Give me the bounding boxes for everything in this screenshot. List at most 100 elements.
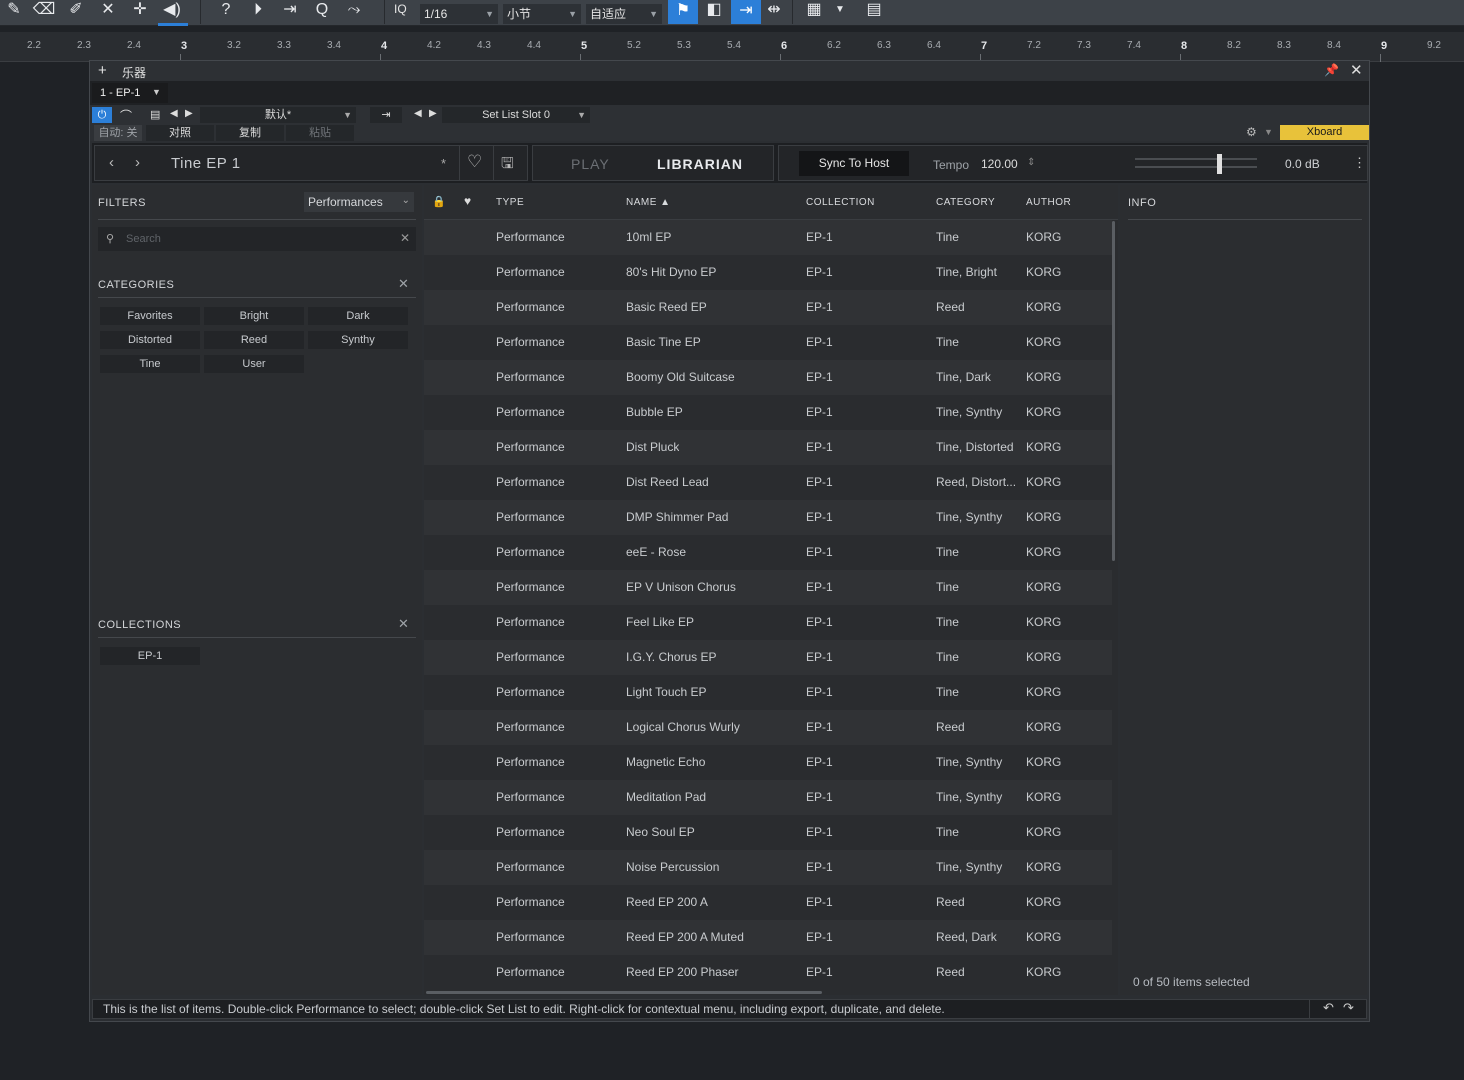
instrument-select[interactable]: 1 - EP-1 ▼ — [92, 83, 168, 103]
heart-icon[interactable]: ♡ — [467, 152, 482, 172]
volume-slider-handle[interactable] — [1217, 154, 1223, 174]
filter-type-select[interactable]: Performances ⌄ — [304, 192, 414, 212]
prev-slot-icon[interactable]: ◀ — [414, 108, 422, 119]
preset-list-icon[interactable]: ▤ — [150, 108, 160, 121]
horizontal-scrollbar[interactable] — [426, 991, 822, 994]
cursor-icon[interactable]: ⇹ — [762, 0, 786, 22]
table-row[interactable]: Performance EP V Unison Chorus EP-1 Tine KOR… — [424, 570, 1112, 605]
preset-select[interactable]: 默认* ▼ — [200, 107, 356, 123]
copy-button[interactable]: 复制 — [216, 125, 284, 141]
table-row[interactable]: Performance Boomy Old Suitcase EP-1 Tine, D… — [424, 360, 1112, 395]
table-row[interactable]: Performance Bubble EP EP-1 Tine, Synthy KORG — [424, 395, 1112, 430]
preset-title[interactable]: Tine EP 1 — [171, 155, 241, 172]
paste-button[interactable]: 粘贴 — [286, 125, 354, 141]
table-row[interactable]: Performance eeE - Rose EP-1 Tine KORG — [424, 535, 1112, 570]
tempo-stepper-icon[interactable]: ⇕ — [1027, 157, 1035, 168]
clear-categories-icon[interactable]: ✕ — [398, 276, 409, 292]
sync-to-host-button[interactable]: Sync To Host — [799, 151, 909, 176]
zoom-icon[interactable]: Q — [310, 0, 334, 22]
xboard-button[interactable]: Xboard — [1280, 125, 1369, 140]
prev-arrow-icon[interactable]: ‹ — [109, 154, 114, 171]
timebase-select[interactable]: 小节 ▼ — [503, 4, 581, 24]
column-type[interactable]: TYPE — [496, 197, 524, 208]
undo-icon[interactable]: ↶ — [1323, 1000, 1334, 1016]
table-row[interactable]: Performance Basic Tine EP EP-1 Tine KORG — [424, 325, 1112, 360]
add-icon[interactable]: + — [98, 62, 107, 79]
film-icon[interactable]: ▤ — [862, 0, 886, 22]
column-category[interactable]: CATEGORY — [936, 197, 995, 208]
automation-icon[interactable]: ⌒ — [120, 107, 132, 124]
quantize-select[interactable]: 1/16 ▼ — [420, 4, 498, 24]
snap-toggle-button[interactable]: ⚑ — [668, 0, 698, 24]
search-input[interactable]: ⚲ Search ✕ — [98, 227, 416, 251]
table-row[interactable]: Performance Dist Reed Lead EP-1 Reed, Disto… — [424, 465, 1112, 500]
autoscroll-button[interactable]: ⇥ — [731, 0, 761, 24]
more-options-icon[interactable]: ⋮ — [1353, 155, 1366, 171]
column-name[interactable]: NAME ▲ — [626, 197, 671, 208]
setlist-slot-select[interactable]: Set List Slot 0 ▼ — [442, 107, 590, 123]
table-row[interactable]: Performance 10ml EP EP-1 Tine KORG — [424, 220, 1112, 255]
clear-search-icon[interactable]: ✕ — [400, 231, 410, 245]
category-synthy[interactable]: Synthy — [308, 331, 408, 349]
table-row[interactable]: Performance DMP Shimmer Pad EP-1 Tine, Synt… — [424, 500, 1112, 535]
mute-icon[interactable]: ✕ — [96, 0, 120, 22]
table-row[interactable]: Performance Feel Like EP EP-1 Tine KORG — [424, 605, 1112, 640]
table-row[interactable]: Performance Logical Chorus Wurly EP-1 Reed K… — [424, 710, 1112, 745]
tempo-value[interactable]: 120.00 — [981, 157, 1018, 171]
table-row[interactable]: Performance Dist Pluck EP-1 Tine, Distorted… — [424, 430, 1112, 465]
eraser-icon[interactable]: ⌫ — [32, 0, 56, 22]
table-row[interactable]: Performance Magnetic Echo EP-1 Tine, Synthy… — [424, 745, 1112, 780]
snap-select[interactable]: 自适应 ▼ — [586, 4, 662, 24]
table-row[interactable]: Performance Neo Soul EP EP-1 Tine KORG — [424, 815, 1112, 850]
layout-icon[interactable]: ▦ — [802, 0, 826, 22]
category-distorted[interactable]: Distorted — [100, 331, 200, 349]
redo-icon[interactable]: ↷ — [1343, 1000, 1354, 1016]
timeline-ruler[interactable]: 2.2 2.3 2.4 3 3.2 3.3 3.4 4 4.2 4.3 4.4 5 5.2 5.3 5.4 6… — [0, 32, 1464, 62]
tab-librarian[interactable]: LIBRARIAN — [657, 156, 743, 172]
chevron-down-icon[interactable]: ▼ — [1264, 127, 1273, 137]
table-row[interactable]: Performance Reed EP 200 A EP-1 Reed KORG — [424, 885, 1112, 920]
compare-button[interactable]: 对照 — [146, 125, 214, 141]
column-collection[interactable]: COLLECTION — [806, 197, 875, 208]
collection-ep-1[interactable]: EP-1 — [100, 647, 200, 665]
table-row[interactable]: Performance 80's Hit Dyno EP EP-1 Tine, Bri… — [424, 255, 1112, 290]
category-tine[interactable]: Tine — [100, 355, 200, 373]
vertical-scrollbar[interactable] — [1112, 221, 1115, 561]
loop-icon[interactable]: ⇥ — [278, 0, 302, 22]
next-arrow-icon[interactable]: › — [135, 154, 140, 171]
favorite-column-icon[interactable]: ♥ — [464, 194, 471, 208]
lock-icon[interactable]: 🔒 — [432, 195, 446, 208]
close-icon[interactable]: ✕ — [1350, 61, 1363, 79]
split-icon[interactable]: ✛ — [128, 0, 152, 22]
table-row[interactable]: Performance I.G.Y. Chorus EP EP-1 Tine KORG — [424, 640, 1112, 675]
power-icon[interactable]: ⏻ — [92, 107, 112, 123]
next-slot-icon[interactable]: ▶ — [429, 108, 437, 119]
help-icon[interactable]: ? — [214, 0, 238, 22]
bend-icon[interactable]: ⤳ — [342, 0, 366, 22]
table-row[interactable]: Performance Noise Percussion EP-1 Tine, Syn… — [424, 850, 1112, 885]
next-preset-icon[interactable]: ▶ — [185, 108, 193, 119]
table-row[interactable]: Performance Reed EP 200 A Muted EP-1 Reed, … — [424, 920, 1112, 955]
chevron-down-icon[interactable]: ▼ — [828, 0, 852, 22]
category-reed[interactable]: Reed — [204, 331, 304, 349]
category-dark[interactable]: Dark — [308, 307, 408, 325]
send-to-slot-icon[interactable]: ⇥ — [370, 107, 402, 123]
category-bright[interactable]: Bright — [204, 307, 304, 325]
clear-collections-icon[interactable]: ✕ — [398, 616, 409, 632]
follow-icon[interactable]: ⏵ — [246, 0, 270, 22]
table-row[interactable]: Performance Basic Reed EP EP-1 Reed KORG — [424, 290, 1112, 325]
save-icon[interactable]: 🖫 — [501, 153, 514, 178]
category-favorites[interactable]: Favorites — [100, 307, 200, 325]
auto-off-button[interactable]: 自动: 关 — [94, 125, 142, 141]
table-row[interactable]: Performance Meditation Pad EP-1 Tine, Synth… — [424, 780, 1112, 815]
column-author[interactable]: AUTHOR — [1026, 197, 1071, 208]
table-row[interactable]: Performance Light Touch EP EP-1 Tine KORG — [424, 675, 1112, 710]
pencil-icon[interactable]: ✎ — [2, 0, 26, 22]
table-row[interactable]: Performance Reed EP 200 Phaser EP-1 Reed KOR… — [424, 955, 1112, 990]
tab-play[interactable]: PLAY — [571, 156, 610, 172]
pin-icon[interactable]: 📌 — [1324, 63, 1339, 77]
listen-icon[interactable]: ◀) — [160, 0, 184, 22]
gear-icon[interactable]: ⚙ — [1246, 125, 1257, 139]
paint-icon[interactable]: ✐ — [64, 0, 88, 22]
category-user[interactable]: User — [204, 355, 304, 373]
